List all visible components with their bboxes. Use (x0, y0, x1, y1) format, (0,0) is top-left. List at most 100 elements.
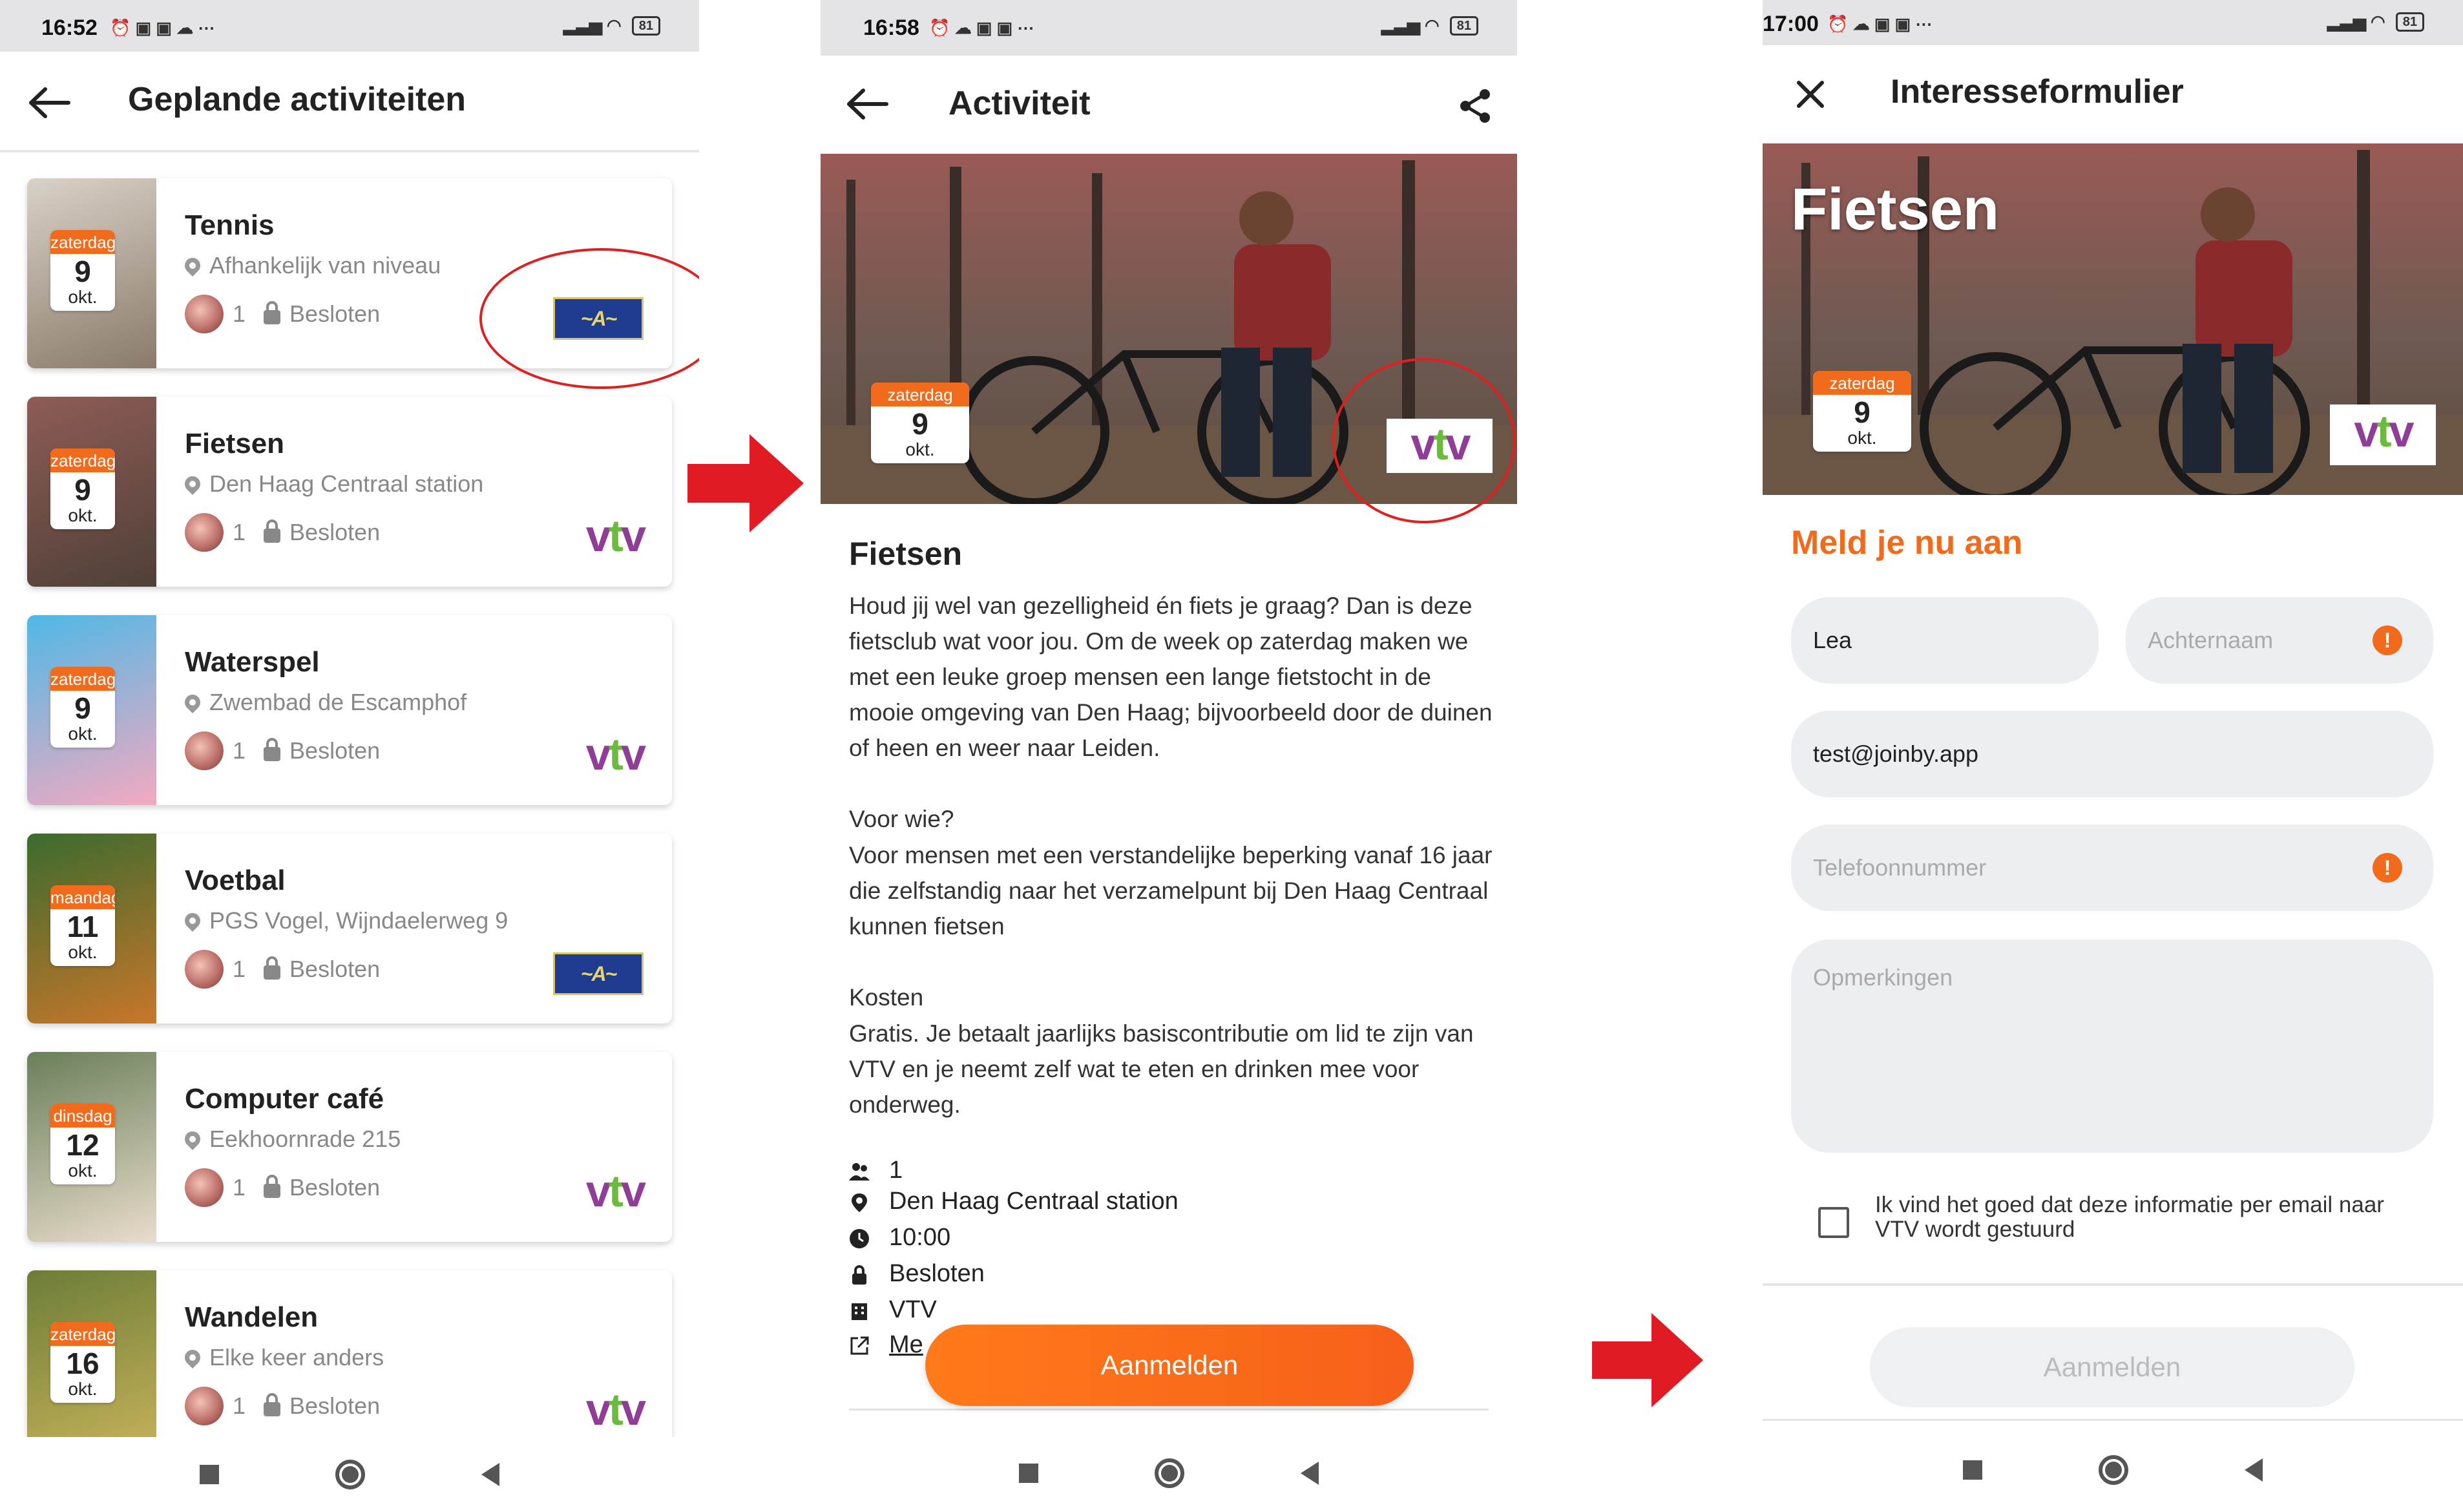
badge-date: 16 (66, 1347, 100, 1380)
recent-apps-icon[interactable] (200, 1465, 219, 1484)
badge-date: 9 (1854, 395, 1871, 429)
close-icon[interactable] (1796, 80, 1825, 109)
activity-meta: 1 Besloten (185, 1168, 380, 1207)
activity-card[interactable]: zaterdag 9 okt. Waterspel Zwembad de Escamph… (27, 615, 672, 805)
location-pin-icon (182, 691, 204, 713)
vtv-logo: vtv (585, 510, 646, 561)
screen-activity-detail: 16:58 ⏰ ☁ ▣ ▣ ⋯ ▂▃▅ ◠ 81 Activiteit zate… (821, 0, 1517, 1512)
avatar (185, 731, 224, 770)
activity-description: Houd jij wel van gezelligheid én fiets j… (849, 593, 1493, 761)
remarks-field[interactable]: Opmerkingen (1791, 940, 2433, 1153)
register-button[interactable]: Aanmelden (925, 1325, 1414, 1406)
activity-card[interactable]: dinsdag 12 okt. Computer café Eekhoornrade 2… (27, 1052, 672, 1242)
screen-activity-list: 16:52 ⏰ ▣ ▣ ☁ ⋯ ▂▃▅ ◠ 81 Geplande activi… (0, 0, 699, 1512)
info-access: Besloten (849, 1260, 985, 1288)
screen-interest-form: 17:00 ⏰ ☁ ▣ ▣ ⋯ ▂▃▅ ◠ 81 Interesseformul… (1763, 0, 2463, 1512)
access-text: Besloten (289, 956, 381, 982)
badge-month: okt. (68, 724, 98, 744)
back-nav-icon[interactable] (481, 1463, 499, 1486)
recent-apps-icon[interactable] (1963, 1460, 1982, 1480)
location-text: Den Haag Centraal station (209, 470, 484, 497)
activity-card[interactable]: zaterdag 9 okt. Fietsen Den Haag Centraal st… (27, 397, 672, 587)
more-link-text[interactable]: Me (889, 1331, 923, 1359)
lock-icon (264, 1393, 281, 1416)
badge-month: okt. (68, 1379, 98, 1399)
activity-meta: 1 Besloten (185, 513, 380, 552)
activity-title: Fietsen (849, 536, 963, 572)
badge-day: zaterdag (50, 667, 115, 691)
activity-card[interactable]: maandag 11 okt. Voetbal PGS Vogel, Wijndaele… (27, 834, 672, 1024)
info-more-link[interactable]: Me (849, 1331, 923, 1359)
status-system-icons: ▂▃▅ ◠ 81 (1381, 16, 1478, 36)
users-icon (849, 1160, 870, 1181)
phone-field[interactable]: Telefoonnummer (1791, 824, 2433, 911)
access-text: Besloten (889, 1260, 985, 1287)
status-time: 16:58 (863, 16, 919, 40)
badge-date: 12 (66, 1128, 100, 1162)
date-badge: zaterdag 16 okt. (50, 1322, 115, 1403)
organization-text: VTV (889, 1296, 937, 1323)
activity-name: Wandelen (185, 1301, 319, 1333)
consent-checkbox[interactable] (1818, 1207, 1849, 1238)
badge-month: okt. (68, 287, 98, 307)
vtv-logo: vtv (2330, 404, 2436, 465)
badge-month: okt. (68, 1160, 98, 1181)
recent-apps-icon[interactable] (1019, 1464, 1038, 1483)
back-nav-icon[interactable] (2245, 1458, 2263, 1482)
location-text: Eekhoornrade 215 (209, 1126, 401, 1152)
android-nav-bar (821, 1434, 1517, 1512)
share-icon[interactable] (1458, 88, 1494, 124)
location-text: PGS Vogel, Wijndaelerweg 9 (209, 907, 508, 934)
back-arrow-icon[interactable] (28, 87, 71, 119)
lock-icon (264, 301, 281, 324)
lock-icon (264, 956, 281, 980)
activity-meta: 1 Besloten (185, 295, 380, 333)
activity-meta: 1 Besloten (185, 731, 380, 770)
activity-location: Den Haag Centraal station (182, 470, 484, 498)
back-arrow-icon[interactable] (846, 88, 889, 120)
badge-date: 9 (74, 691, 91, 725)
hero-title: Fietsen (1791, 176, 2000, 242)
avatar (185, 513, 224, 552)
who-text: Voor mensen met een verstandelijke beper… (849, 842, 1493, 940)
time-text: 10:00 (889, 1224, 951, 1251)
email-field[interactable]: test@joinby.app (1791, 711, 2433, 797)
badge-date: 9 (74, 473, 91, 507)
activity-meta: 1 Besloten (185, 950, 380, 989)
activity-name: Tennis (185, 209, 275, 241)
participant-count: 1 (233, 300, 246, 327)
activity-card[interactable]: zaterdag 16 okt. Wandelen Elke keer anders 1 B… (27, 1270, 672, 1460)
participant-count: 1 (233, 519, 246, 545)
location-pin-icon (182, 255, 204, 277)
cost-text: Gratis. Je betaalt jaarlijks basiscontri… (849, 1020, 1474, 1118)
date-badge: zaterdag 9 okt. (50, 230, 115, 311)
first-name-field[interactable]: Lea (1791, 597, 2099, 684)
who-heading: Voor wie? (849, 806, 954, 832)
badge-day: zaterdag (50, 448, 115, 472)
lock-icon (264, 738, 281, 761)
cost-heading: Kosten (849, 984, 924, 1011)
badge-date: 11 (67, 910, 99, 943)
home-icon[interactable] (335, 1460, 365, 1489)
status-notification-icons: ⏰ ▣ ▣ ☁ ⋯ (110, 18, 215, 37)
date-badge: zaterdag 9 okt. (1813, 371, 1911, 452)
status-time: 16:52 (41, 16, 98, 40)
activity-location: Elke keer anders (182, 1344, 384, 1371)
back-nav-icon[interactable] (1301, 1462, 1319, 1485)
battery-icon: 81 (2395, 12, 2424, 32)
info-location: Den Haag Centraal station (849, 1188, 1179, 1215)
badge-day: zaterdag (1813, 371, 1911, 395)
home-icon[interactable] (1155, 1458, 1184, 1488)
home-icon[interactable] (2099, 1455, 2128, 1485)
date-badge: zaterdag 9 okt. (871, 383, 969, 463)
submit-button[interactable]: Aanmelden (1870, 1327, 2354, 1407)
location-pin-icon (182, 1347, 204, 1369)
avatar (185, 1168, 224, 1207)
activity-name: Fietsen (185, 428, 285, 459)
activity-location: Zwembad de Escamphof (182, 689, 466, 716)
badge-month: okt. (68, 942, 98, 962)
external-link-icon (849, 1335, 870, 1356)
flow-arrow-icon (687, 434, 804, 532)
status-time: 17:00 (1763, 12, 1819, 36)
activity-location: PGS Vogel, Wijndaelerweg 9 (182, 907, 508, 934)
